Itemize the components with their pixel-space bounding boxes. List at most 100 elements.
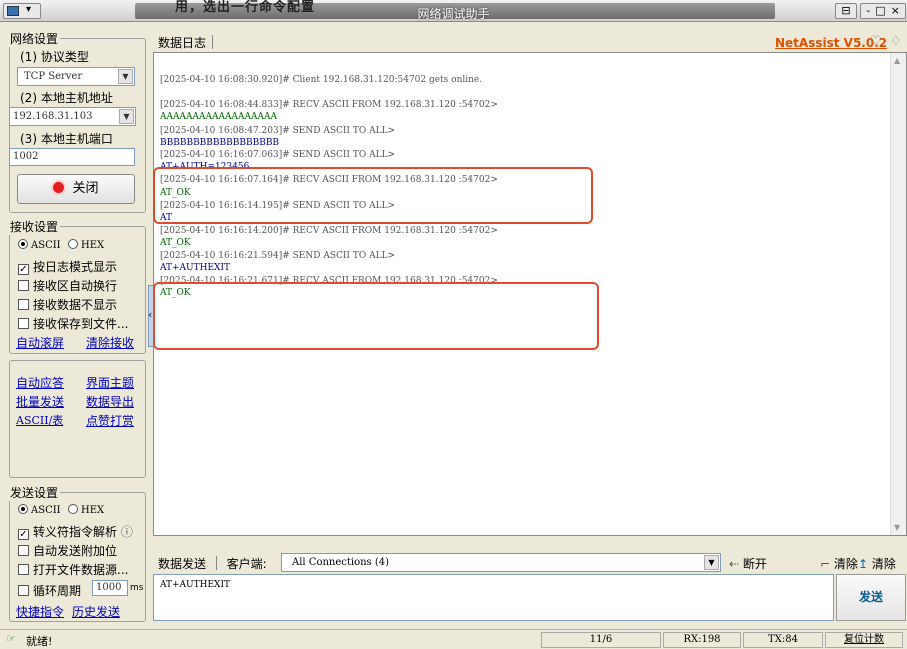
log-received-line: AT_OK [160, 238, 191, 248]
cycle-unit: ms [130, 583, 144, 593]
checkbox-icon [18, 564, 29, 575]
receive-option-autowrap[interactable]: 接收区自动换行 [18, 277, 117, 294]
connections-select[interactable]: All Connections (4) ▼ [281, 553, 721, 572]
status-rx: RX:198 [663, 632, 741, 648]
status-count: 11/6 [541, 632, 661, 648]
chevron-down-icon[interactable]: ▼ [118, 69, 133, 84]
protocol-value: TCP Server [24, 71, 83, 82]
tip-link[interactable]: 点赞打赏 [86, 412, 134, 429]
data-export-link[interactable]: 数据导出 [86, 393, 134, 410]
receive-option-hide[interactable]: 接收数据不显示 [18, 296, 117, 313]
tab-divider [212, 35, 214, 49]
batch-send-link[interactable]: 批量发送 [16, 393, 64, 410]
checkbox-checked-icon: ✓ [18, 529, 29, 540]
disconnect-button[interactable]: ⇠ 断开 [729, 555, 767, 572]
host-select[interactable]: 192.168.31.103 ▼ [9, 107, 136, 126]
minimize-button[interactable]: - [866, 4, 870, 17]
highlight-box-auth [153, 167, 593, 224]
status-tx: TX:84 [743, 632, 823, 648]
receive-ascii-label: ASCII [31, 240, 61, 251]
auto-reply-link[interactable]: 自动应答 [16, 374, 64, 391]
send-button[interactable]: 发送 [836, 574, 906, 621]
port-input[interactable]: 1002 [9, 148, 135, 166]
disconnect-label: 断开 [742, 557, 767, 571]
receive-option-label: 接收数据不显示 [33, 298, 118, 312]
radio-on-icon [18, 239, 28, 249]
clear-send-label: 清除 [833, 557, 858, 571]
reset-count-button[interactable]: 复位计数 [825, 632, 903, 648]
maximize-button[interactable]: □ [875, 4, 885, 17]
tab-data-send[interactable]: 数据发送 [158, 557, 206, 571]
clear-all-button[interactable]: ↥ 清除 [858, 555, 896, 572]
checkbox-checked-icon: ✓ [18, 264, 29, 275]
receive-option-save-file[interactable]: 接收保存到文件... [18, 315, 128, 332]
status-bar: ☞ 就绪! 11/6 RX:198 TX:84 复位计数 [0, 629, 907, 649]
up-arrow-icon: ↥ [858, 557, 872, 571]
send-option-cycle[interactable]: 循环周期 [18, 582, 81, 599]
log-sent-line: AT+AUTHEXIT [160, 263, 231, 273]
send-option-file-source[interactable]: 打开文件数据源... [18, 561, 128, 578]
log-header-line: [2025-04-10 16:08:47.203]# SEND ASCII TO… [160, 126, 396, 136]
log-scrollbar[interactable]: ▲ ▼ [890, 53, 906, 535]
tab-client[interactable]: 客户端: [227, 557, 267, 571]
checkbox-icon [18, 280, 29, 291]
tab-data-log[interactable]: 数据日志 [158, 34, 214, 51]
scroll-down-icon[interactable]: ▼ [894, 523, 900, 532]
send-option-label: 循环周期 [33, 584, 82, 598]
send-option-append[interactable]: 自动发送附加位 [18, 542, 117, 559]
receive-settings-legend: 接收设置 [10, 220, 59, 234]
title-bar: ▾ 用，选出一行命令配置 网络调试助手 ⊟ - □ × [0, 0, 907, 22]
collapse-left-icon: ‹ [148, 308, 153, 321]
receive-option-log-mode[interactable]: ✓ 按日志模式显示 [18, 258, 117, 275]
autoscroll-link[interactable]: 自动滚屏 [16, 334, 64, 351]
window-controls: - □ × [860, 3, 906, 19]
checkbox-icon [18, 299, 29, 310]
log-header-line: [2025-04-10 16:08:44.833]# RECV ASCII FR… [160, 100, 498, 110]
send-history-link[interactable]: 历史发送 [72, 603, 120, 620]
broom-icon: ⌐ [820, 557, 834, 571]
log-header-line: [2025-04-10 16:16:14.200]# RECV ASCII FR… [160, 226, 498, 236]
window-title: 网络调试助手 [417, 7, 490, 21]
shortcut-commands-link[interactable]: 快捷指令 [16, 603, 64, 620]
tab-divider [215, 556, 217, 570]
info-icon[interactable]: ⓘ [121, 525, 133, 539]
close-connection-button[interactable]: 关闭 [17, 174, 135, 204]
chevron-down-icon[interactable]: ▼ [704, 555, 719, 570]
host-label: (2) 本地主机地址 [20, 91, 113, 105]
connections-value: All Connections (4) [292, 557, 390, 568]
receive-option-label: 按日志模式显示 [33, 260, 118, 274]
bell-icon[interactable]: ♢ [890, 34, 902, 49]
receive-ascii-radio[interactable]: ASCII [18, 238, 61, 251]
radio-off-icon [68, 504, 78, 514]
status-ready: 就绪! [26, 635, 53, 648]
send-ascii-label: ASCII [31, 505, 61, 516]
chevron-down-icon[interactable]: ▼ [119, 109, 134, 124]
log-header-line: [2025-04-10 16:16:07.063]# SEND ASCII TO… [160, 150, 396, 160]
close-window-button[interactable]: × [891, 4, 900, 17]
clear-send-button[interactable]: ⌐ 清除 [820, 555, 858, 572]
protocol-select[interactable]: TCP Server ▼ [17, 67, 135, 86]
checkbox-icon [18, 585, 29, 596]
heart-icon[interactable]: ♡ [870, 34, 882, 49]
checkbox-icon [18, 545, 29, 556]
send-hex-label: HEX [81, 505, 105, 516]
send-hex-radio[interactable]: HEX [68, 503, 104, 516]
cycle-period-input[interactable]: 1000 [92, 580, 128, 596]
radio-off-icon [68, 239, 78, 249]
tab-data-log-label: 数据日志 [158, 36, 207, 50]
pin-icon[interactable]: ⊟ [835, 3, 857, 19]
send-tabs: 数据发送 客户端: [158, 555, 267, 572]
network-settings-legend: 网络设置 [10, 32, 59, 46]
send-settings-legend: 发送设置 [10, 486, 59, 500]
scroll-up-icon[interactable]: ▲ [894, 56, 900, 65]
ascii-table-link[interactable]: ASCII/表 [16, 412, 63, 428]
port-label: (3) 本地主机端口 [20, 132, 113, 146]
host-value: 192.168.31.103 [13, 111, 93, 122]
send-option-escape[interactable]: ✓ 转义符指令解析 ⓘ [18, 523, 133, 540]
send-option-label: 自动发送附加位 [33, 544, 118, 558]
receive-hex-radio[interactable]: HEX [68, 238, 104, 251]
ui-theme-link[interactable]: 界面主题 [86, 374, 134, 391]
send-ascii-radio[interactable]: ASCII [18, 503, 61, 516]
send-input[interactable]: AT+AUTHEXIT [153, 574, 834, 621]
clear-receive-link[interactable]: 清除接收 [86, 334, 134, 351]
